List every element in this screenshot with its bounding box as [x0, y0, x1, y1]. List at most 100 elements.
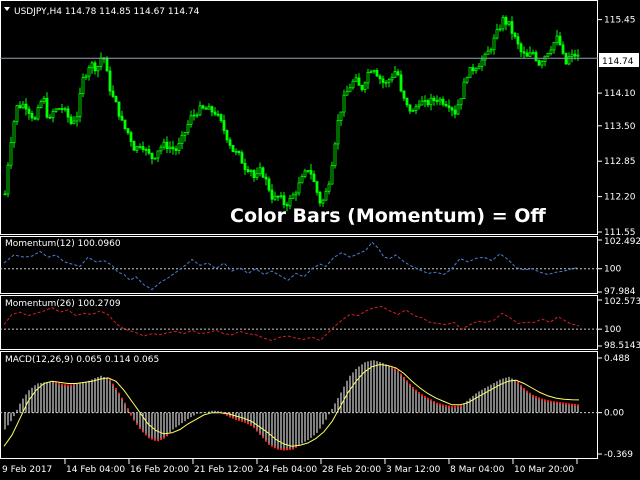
macd-bar-cap: [547, 400, 549, 403]
candle-body: [231, 145, 235, 153]
macd-bar-cap: [550, 400, 552, 403]
candle-body: [78, 93, 82, 118]
candle-body: [150, 152, 154, 160]
macd-bar-cap: [286, 448, 288, 451]
symbol-ohlc-header: USDJPY,H4 114.78 114.85 114.67 114.74: [14, 7, 200, 17]
candle-body: [222, 120, 226, 131]
price-tick-label: 112.85: [604, 157, 636, 167]
candle-body: [348, 87, 352, 93]
candle-body: [321, 199, 325, 204]
candle-body: [423, 100, 427, 102]
macd-bar-cap: [142, 430, 144, 433]
candle-body: [6, 164, 10, 195]
macd-bar-cap: [145, 433, 147, 436]
macd-bar-cap: [541, 398, 543, 401]
macd-bar-cap: [418, 392, 420, 395]
macd-bar-cap: [415, 389, 417, 392]
candle-body: [519, 43, 523, 53]
macd-bar-cap: [151, 437, 153, 440]
macd-bar-cap: [553, 401, 555, 404]
candle-body: [36, 107, 40, 120]
candle-body: [360, 84, 364, 91]
momentum12-header: Momentum(12) 100.0960: [5, 239, 121, 249]
macd-bar-cap: [400, 373, 402, 376]
candle-body: [372, 70, 376, 73]
candle-body: [165, 141, 169, 150]
candle-body: [459, 98, 463, 106]
candle-body: [312, 173, 316, 183]
candle-body: [474, 68, 478, 72]
candle-body: [471, 67, 475, 72]
momentum26-header: Momentum(26) 100.2709: [5, 299, 121, 309]
candle-body: [261, 167, 265, 178]
candle-body: [267, 178, 271, 191]
macd-bar-cap: [409, 383, 411, 386]
candle-body: [138, 146, 142, 148]
price-tick-label: 113.50: [604, 122, 636, 132]
candle-body: [330, 165, 334, 185]
candle-body: [255, 173, 259, 179]
macd-bar-cap: [529, 392, 531, 395]
candle-body: [195, 114, 199, 117]
macd-bar-cap: [250, 423, 252, 426]
candle-body: [81, 77, 85, 95]
candle-body: [75, 116, 79, 122]
time-tick-label: 9 Feb 2017: [2, 465, 52, 475]
macd-bar-cap: [235, 417, 237, 420]
macd-bar-cap: [457, 405, 459, 408]
candle-body: [483, 53, 487, 61]
candle-body: [153, 157, 157, 160]
candle-body: [237, 150, 241, 154]
candle-body: [402, 90, 406, 99]
macd-bar-cap: [574, 403, 576, 406]
candle-body: [291, 194, 295, 199]
candle-body: [198, 105, 202, 116]
candle-body: [132, 141, 136, 151]
time-tick-label: 16 Feb 20:00: [130, 465, 189, 475]
macd-bar-cap: [448, 405, 450, 408]
macd-bar-cap: [130, 413, 132, 416]
macd-bar-cap: [244, 420, 246, 423]
candle-body: [318, 191, 322, 204]
candle-body: [486, 50, 490, 55]
candle-body: [66, 108, 70, 118]
candle-body: [159, 146, 163, 152]
macd-bar-cap: [421, 394, 423, 397]
candle-body: [327, 183, 331, 192]
macd-bar-cap: [412, 387, 414, 390]
candle-body: [216, 113, 220, 116]
candle-body: [21, 103, 25, 109]
candle-body: [477, 65, 481, 70]
candle-body: [351, 80, 355, 89]
candle-body: [279, 195, 283, 198]
macd-bar-cap: [157, 439, 159, 442]
chart-canvas[interactable]: 115.45114.10113.50112.85112.20111.55 114…: [0, 0, 640, 480]
candle-body: [375, 70, 379, 77]
macd-bar-cap: [454, 405, 456, 408]
candle-body: [276, 195, 280, 198]
candle-body: [558, 35, 562, 46]
macd-bar-cap: [112, 383, 114, 386]
candle-body: [555, 35, 559, 44]
candle-body: [69, 116, 73, 124]
candle-body: [363, 82, 367, 91]
candle-body: [144, 148, 148, 151]
candle-body: [72, 120, 76, 124]
macd-bar-cap: [109, 379, 111, 382]
main-header: USDJPY,H4 114.78 114.85 114.67 114.74: [4, 7, 200, 17]
macd-bar-cap: [427, 397, 429, 400]
candle-body: [441, 98, 445, 105]
candle-body: [492, 37, 496, 51]
macd-bar-cap: [568, 403, 570, 406]
candle-body: [24, 103, 28, 110]
macd-bar-cap: [532, 394, 534, 397]
indicator-tick-label: 100: [604, 325, 621, 335]
candle-body: [162, 141, 166, 148]
candle-body: [528, 52, 532, 57]
indicator-tick-label: 102.5738: [604, 297, 640, 307]
candle-body: [342, 94, 346, 113]
candle-body: [87, 67, 91, 77]
candle-body: [336, 120, 340, 145]
candle-body: [435, 100, 439, 102]
candle-body: [204, 107, 208, 110]
